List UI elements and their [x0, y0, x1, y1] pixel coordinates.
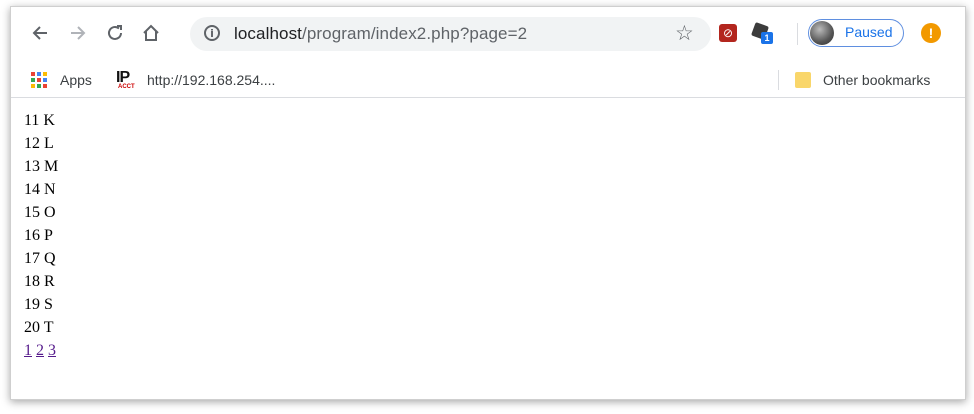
extension-package-icon[interactable]: 1	[751, 22, 773, 44]
back-button[interactable]	[25, 18, 55, 48]
url-host: localhost	[234, 24, 302, 43]
reload-button[interactable]	[100, 18, 130, 48]
apps-grid-icon[interactable]	[31, 72, 47, 88]
avatar	[810, 21, 834, 45]
pagination: 1 2 3	[24, 339, 58, 362]
extension-badge: 1	[761, 32, 773, 44]
reload-icon	[108, 25, 122, 40]
bookmarks-bar: Apps IP ACCT http://192.168.254.... Othe…	[11, 63, 965, 98]
star-icon[interactable]: ☆	[675, 21, 694, 46]
arrow-left-icon	[32, 26, 47, 40]
page-link-2[interactable]: 2	[36, 342, 44, 359]
url-path: /program/index2.php?page=2	[302, 24, 528, 43]
list-item: 14 N	[24, 181, 56, 198]
home-button[interactable]	[136, 18, 166, 48]
page-content: 11 K 12 L 13 M 14 N 15 O 16 P 17 Q 18 R …	[24, 109, 58, 362]
ip-acct-favicon-icon: IP ACCT	[116, 69, 135, 90]
bookmark-apps[interactable]: Apps	[60, 72, 92, 88]
list-item: 12 L	[24, 135, 54, 152]
page-link-1[interactable]: 1	[24, 342, 32, 359]
bookmark-ip[interactable]: http://192.168.254....	[147, 72, 275, 88]
list-item: 19 S	[24, 296, 53, 313]
list-item: 11 K	[24, 112, 55, 129]
list-item: 15 O	[24, 204, 56, 221]
list-item: 17 Q	[24, 250, 56, 267]
forward-button[interactable]	[63, 18, 93, 48]
address-bar[interactable]: i localhost/program/index2.php?page=2 ☆	[190, 17, 711, 51]
list-item: 13 M	[24, 158, 59, 175]
folder-icon	[795, 72, 811, 88]
extension-block-icon[interactable]: ⊘	[719, 24, 737, 42]
browser-window: i localhost/program/index2.php?page=2 ☆ …	[10, 6, 966, 400]
info-icon[interactable]: i	[204, 25, 220, 41]
toolbar-divider	[797, 23, 798, 45]
list-item: 18 R	[24, 273, 55, 290]
arrow-right-icon	[71, 26, 86, 40]
home-icon	[143, 24, 159, 41]
profile-button[interactable]: Paused	[808, 19, 904, 47]
browser-toolbar: i localhost/program/index2.php?page=2 ☆ …	[11, 7, 965, 63]
url-text[interactable]: localhost/program/index2.php?page=2	[234, 24, 527, 44]
bookmarks-divider	[778, 70, 779, 90]
bookmark-other[interactable]: Other bookmarks	[823, 72, 930, 88]
update-alert-icon[interactable]: !	[921, 23, 941, 43]
page-link-3[interactable]: 3	[48, 342, 56, 359]
list-item: 20 T	[24, 319, 54, 336]
profile-status: Paused	[845, 24, 893, 40]
list-item: 16 P	[24, 227, 53, 244]
